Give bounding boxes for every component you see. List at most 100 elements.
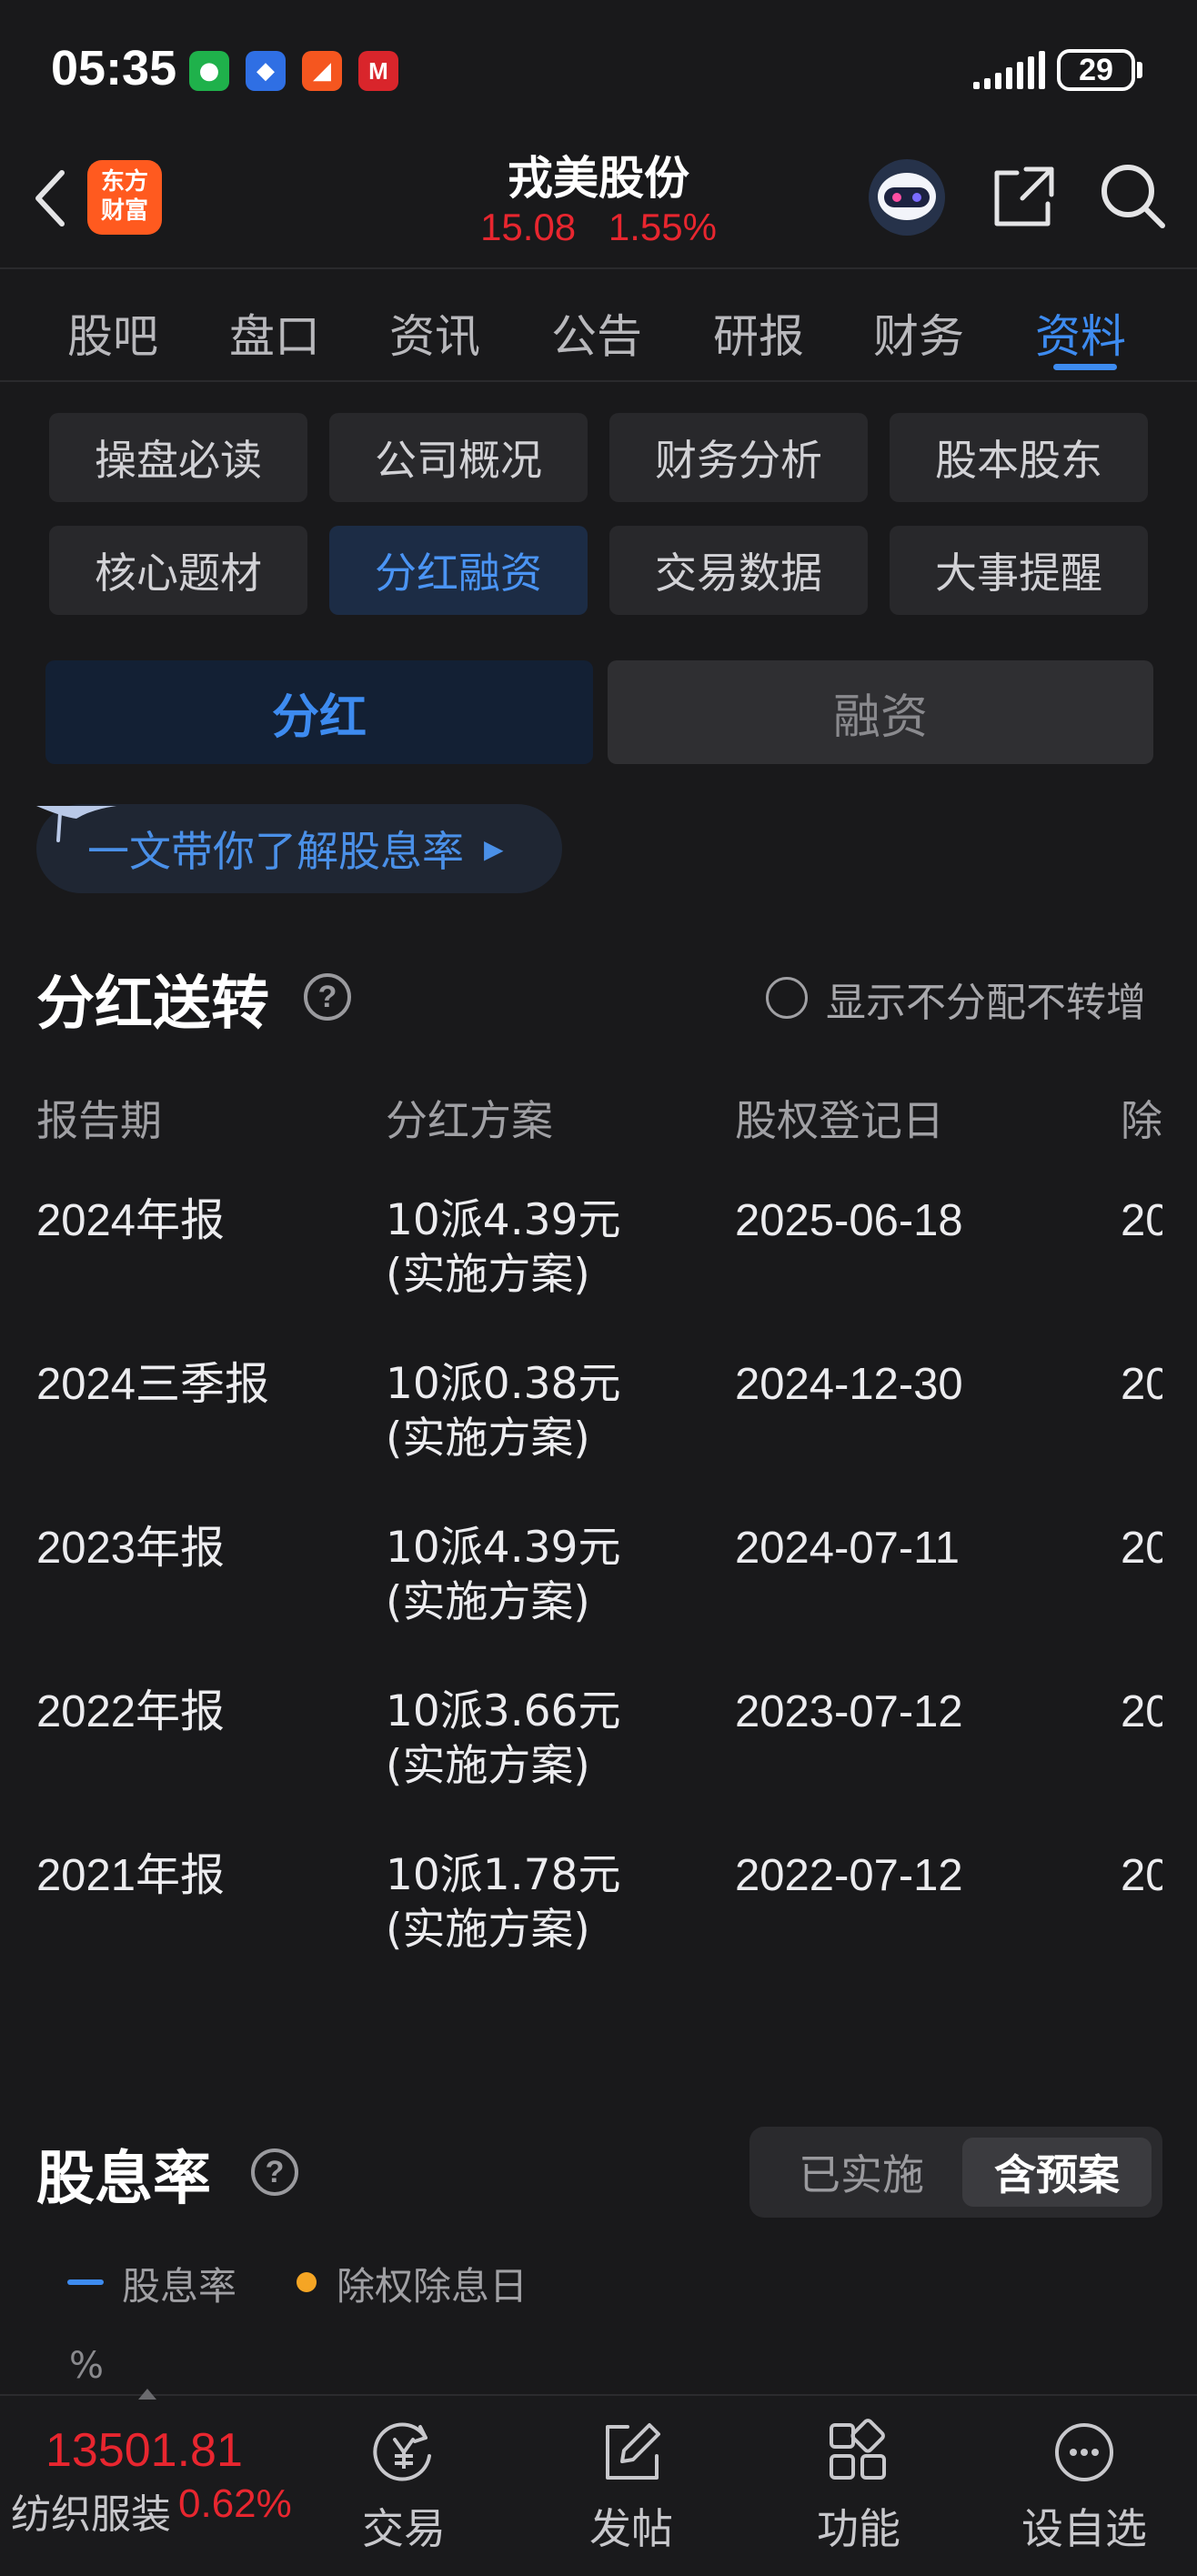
sector-index-change: 0.62% <box>178 2481 292 2526</box>
tab-research[interactable]: 研报 <box>713 300 804 366</box>
cell-record-date: 2022-07-12 <box>735 1851 963 1900</box>
column-header-record-date: 股权登记日 <box>735 1096 944 1145</box>
nav-functions-label: 功能 <box>817 2504 900 2553</box>
cell-record-date: 2023-07-12 <box>735 1687 963 1736</box>
legend-line-marker <box>67 2279 104 2285</box>
cell-plan-status: (实施方案) <box>386 1250 590 1300</box>
nav-post-label: 发帖 <box>589 2504 673 2553</box>
banner-text: 一文带你了解股息率 <box>87 827 464 876</box>
nav-functions-button[interactable]: 功能 <box>768 2405 950 2569</box>
main-tabs: 股吧 盘口 资讯 公告 研报 财务 资料 <box>0 273 1197 380</box>
column-header-period: 报告期 <box>36 1096 162 1145</box>
cell-ex-date: 20 <box>1121 1360 1162 1409</box>
subnav-trading-guide[interactable]: 操盘必读 <box>49 413 307 502</box>
bottom-bar: 13501.81 纺织服装 0.62% 交易 发帖 功能 设自选 <box>0 2394 1197 2576</box>
toggle-with-proposals[interactable]: 含预案 <box>962 2138 1152 2207</box>
tabs-divider <box>0 380 1197 382</box>
segment-financing[interactable]: 融资 <box>608 660 1153 764</box>
graduation-cap-icon <box>36 806 116 842</box>
nav-trade-label: 交易 <box>362 2504 446 2553</box>
cell-ex-date: 20 <box>1121 1524 1162 1573</box>
cell-record-date: 2025-06-18 <box>735 1196 963 1245</box>
subnav-event-reminders[interactable]: 大事提醒 <box>890 526 1148 615</box>
cell-plan: 10派4.39元 <box>386 1523 621 1573</box>
cell-ex-date: 20 <box>1121 1196 1162 1245</box>
cell-ex-date: 20 <box>1121 1687 1162 1736</box>
nav-add-watchlist-button[interactable]: 设自选 <box>993 2405 1175 2569</box>
subnav-core-themes[interactable]: 核心题材 <box>49 526 307 615</box>
cell-plan: 10派3.66元 <box>386 1686 621 1736</box>
legend-yield-label: 股息率 <box>122 2264 237 2309</box>
status-bar: 05:35 ● ◆ ◢ M 29 <box>0 0 1197 146</box>
play-triangle-icon: ▶ <box>484 833 504 864</box>
status-time: 05:35 <box>51 41 177 96</box>
subnav-company-overview[interactable]: 公司概况 <box>329 413 588 502</box>
cell-plan-status: (实施方案) <box>386 1741 590 1791</box>
cell-plan: 10派1.78元 <box>386 1850 621 1900</box>
trade-yen-icon <box>373 2422 431 2481</box>
cell-period: 2024年报 <box>36 1196 226 1245</box>
cell-record-date: 2024-12-30 <box>735 1360 963 1409</box>
chart-unit-label: % <box>69 2345 105 2387</box>
stock-change-pct: 1.55% <box>608 206 717 248</box>
subnav-trading-data[interactable]: 交易数据 <box>609 526 868 615</box>
status-app-icons: ● ◆ ◢ M <box>189 51 398 91</box>
help-icon[interactable]: ? <box>251 2148 298 2196</box>
tab-profile[interactable]: 资料 <box>1035 300 1126 366</box>
legend-dot-marker <box>297 2272 317 2292</box>
tab-news[interactable]: 资讯 <box>389 300 480 366</box>
dividend-table: 报告期 分红方案 股权登记日 除 2024年报 10派4.39元 (实施方案) … <box>0 1073 1162 1983</box>
compose-icon <box>606 2423 660 2480</box>
ai-assistant-robot-icon[interactable] <box>866 156 948 238</box>
battery-icon: 29 <box>1057 49 1135 91</box>
cell-record-date: 2024-07-11 <box>735 1524 961 1573</box>
wechat-icon: ● <box>189 51 229 91</box>
cell-plan-status: (实施方案) <box>386 1414 590 1464</box>
search-icon[interactable] <box>1097 160 1170 233</box>
cell-ex-date: 20 <box>1121 1851 1162 1900</box>
segment-dividend[interactable]: 分红 <box>45 660 593 764</box>
subnav-financial-analysis[interactable]: 财务分析 <box>609 413 868 502</box>
radio-unchecked-icon[interactable] <box>766 977 808 1019</box>
active-tab-indicator <box>1053 364 1117 370</box>
tab-finance[interactable]: 财务 <box>873 300 964 366</box>
cell-period: 2024三季报 <box>36 1360 270 1409</box>
sector-index-value: 13501.81 <box>45 2424 243 2477</box>
tab-announcements[interactable]: 公告 <box>551 300 642 366</box>
subnav-shareholders[interactable]: 股本股东 <box>890 413 1148 502</box>
yield-mode-toggle: 已实施 含预案 <box>749 2127 1162 2218</box>
dividend-section-title: 分红送转 <box>36 971 269 1038</box>
cell-period: 2021年报 <box>36 1851 226 1900</box>
battery-level: 29 <box>1079 52 1113 87</box>
share-icon[interactable] <box>990 162 1059 231</box>
cell-period: 2022年报 <box>36 1687 226 1736</box>
sub-nav-grid: 操盘必读 公司概况 财务分析 股本股东 核心题材 分红融资 交易数据 大事提醒 <box>49 413 1148 615</box>
nav-post-button[interactable]: 发帖 <box>540 2405 722 2569</box>
cell-plan: 10派4.39元 <box>386 1195 621 1245</box>
sector-index-name: 纺织服装 <box>11 2491 171 2538</box>
nav-trade-button[interactable]: 交易 <box>313 2405 495 2569</box>
tab-guba[interactable]: 股吧 <box>67 300 158 366</box>
tab-pankou[interactable]: 盘口 <box>229 300 320 366</box>
yield-section-title: 股息率 <box>36 2146 211 2213</box>
grid-icon <box>830 2419 886 2480</box>
toggle-implemented[interactable]: 已实施 <box>760 2138 962 2207</box>
up-caret-icon <box>138 2389 156 2400</box>
cell-plan-status: (实施方案) <box>386 1577 590 1627</box>
column-header-ex-date: 除 <box>1121 1096 1162 1145</box>
cell-plan-status: (实施方案) <box>386 1905 590 1955</box>
signal-icon <box>973 49 1045 89</box>
header-divider <box>0 267 1197 269</box>
show-no-distribution-label[interactable]: 显示不分配不转增 <box>826 970 1146 1028</box>
nav-add-watchlist-label: 设自选 <box>1021 2504 1147 2553</box>
legend-ex-date-label: 除权除息日 <box>337 2264 528 2309</box>
stock-price: 15.08 <box>480 206 577 248</box>
cell-period: 2023年报 <box>36 1524 226 1573</box>
help-icon[interactable]: ? <box>304 973 351 1021</box>
cell-plan: 10派0.38元 <box>386 1359 621 1409</box>
battery-tip <box>1137 62 1142 78</box>
subnav-dividend-financing[interactable]: 分红融资 <box>329 526 588 615</box>
more-dots-icon <box>1055 2423 1113 2481</box>
app-blue-icon: ◆ <box>246 51 286 91</box>
app-orange-icon: ◢ <box>302 51 342 91</box>
